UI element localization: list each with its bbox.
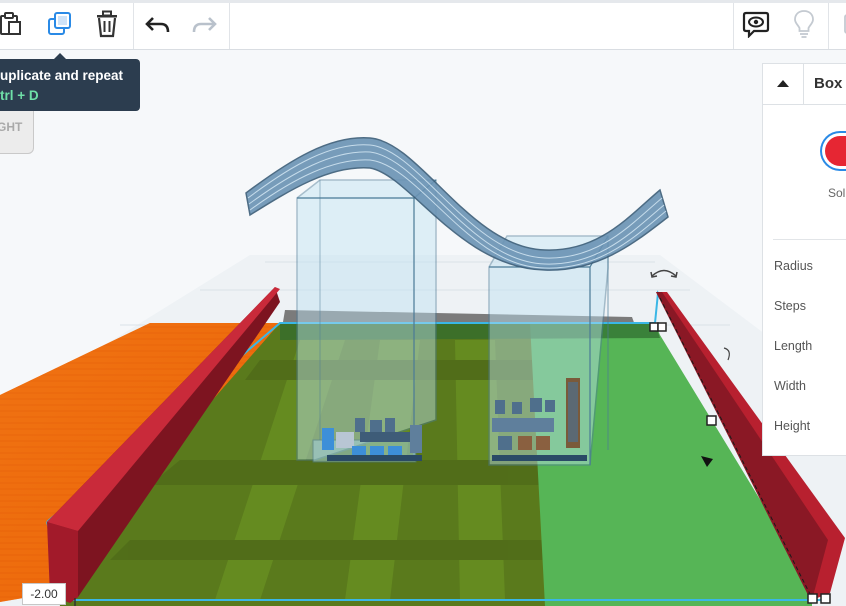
- inspector-divider: [773, 239, 846, 240]
- view-cube-face-label: GHT: [0, 120, 23, 134]
- comment-icon: [742, 10, 770, 43]
- property-steps: Steps: [774, 299, 806, 313]
- property-length: Length: [774, 339, 813, 353]
- color-swatch[interactable]: [820, 131, 846, 171]
- grid-icon: [842, 11, 846, 42]
- duplicate-icon: [46, 10, 74, 43]
- undo-icon: [145, 13, 171, 40]
- lightbulb-icon: [792, 9, 816, 44]
- property-height: Height: [774, 419, 811, 433]
- shape-inspector: Box Sol Radius Steps Length Width Height: [762, 63, 846, 456]
- tooltip-shortcut: trl + D: [0, 88, 39, 103]
- redo-icon: [191, 13, 217, 40]
- tower-left[interactable]: [296, 179, 437, 461]
- chevron-up-icon: [776, 75, 790, 93]
- tooltip-title: uplicate and repeat: [0, 68, 124, 83]
- property-width: Width: [774, 379, 806, 393]
- toolbar-divider: [828, 3, 829, 49]
- inspector-header: Box: [763, 64, 846, 105]
- dimension-input[interactable]: -2.00: [22, 583, 66, 605]
- show-all-button[interactable]: [782, 3, 826, 49]
- toolbar-divider: [133, 3, 134, 49]
- color-mode-label: Sol: [828, 186, 846, 200]
- shape-name: Box: [814, 75, 843, 92]
- collapse-button[interactable]: [763, 64, 804, 104]
- delete-button[interactable]: [85, 3, 129, 49]
- paste-icon: [0, 11, 23, 42]
- trash-icon: [94, 10, 120, 43]
- undo-button[interactable]: [136, 3, 180, 49]
- notes-button[interactable]: [734, 3, 778, 49]
- 3d-viewport[interactable]: [0, 50, 846, 606]
- redo-button[interactable]: [182, 3, 226, 49]
- paste-button[interactable]: [0, 3, 32, 49]
- duplicate-tooltip: uplicate and repeat trl + D: [0, 53, 140, 111]
- view-cube[interactable]: GHT: [0, 104, 34, 154]
- duplicate-button[interactable]: [38, 3, 82, 49]
- property-radius: Radius: [774, 259, 813, 273]
- color-swatch-fill: [825, 136, 846, 166]
- toolbar-divider: [229, 3, 230, 49]
- more-button[interactable]: [830, 3, 846, 49]
- toolbar: [0, 0, 846, 50]
- workplane-scene[interactable]: [0, 50, 846, 606]
